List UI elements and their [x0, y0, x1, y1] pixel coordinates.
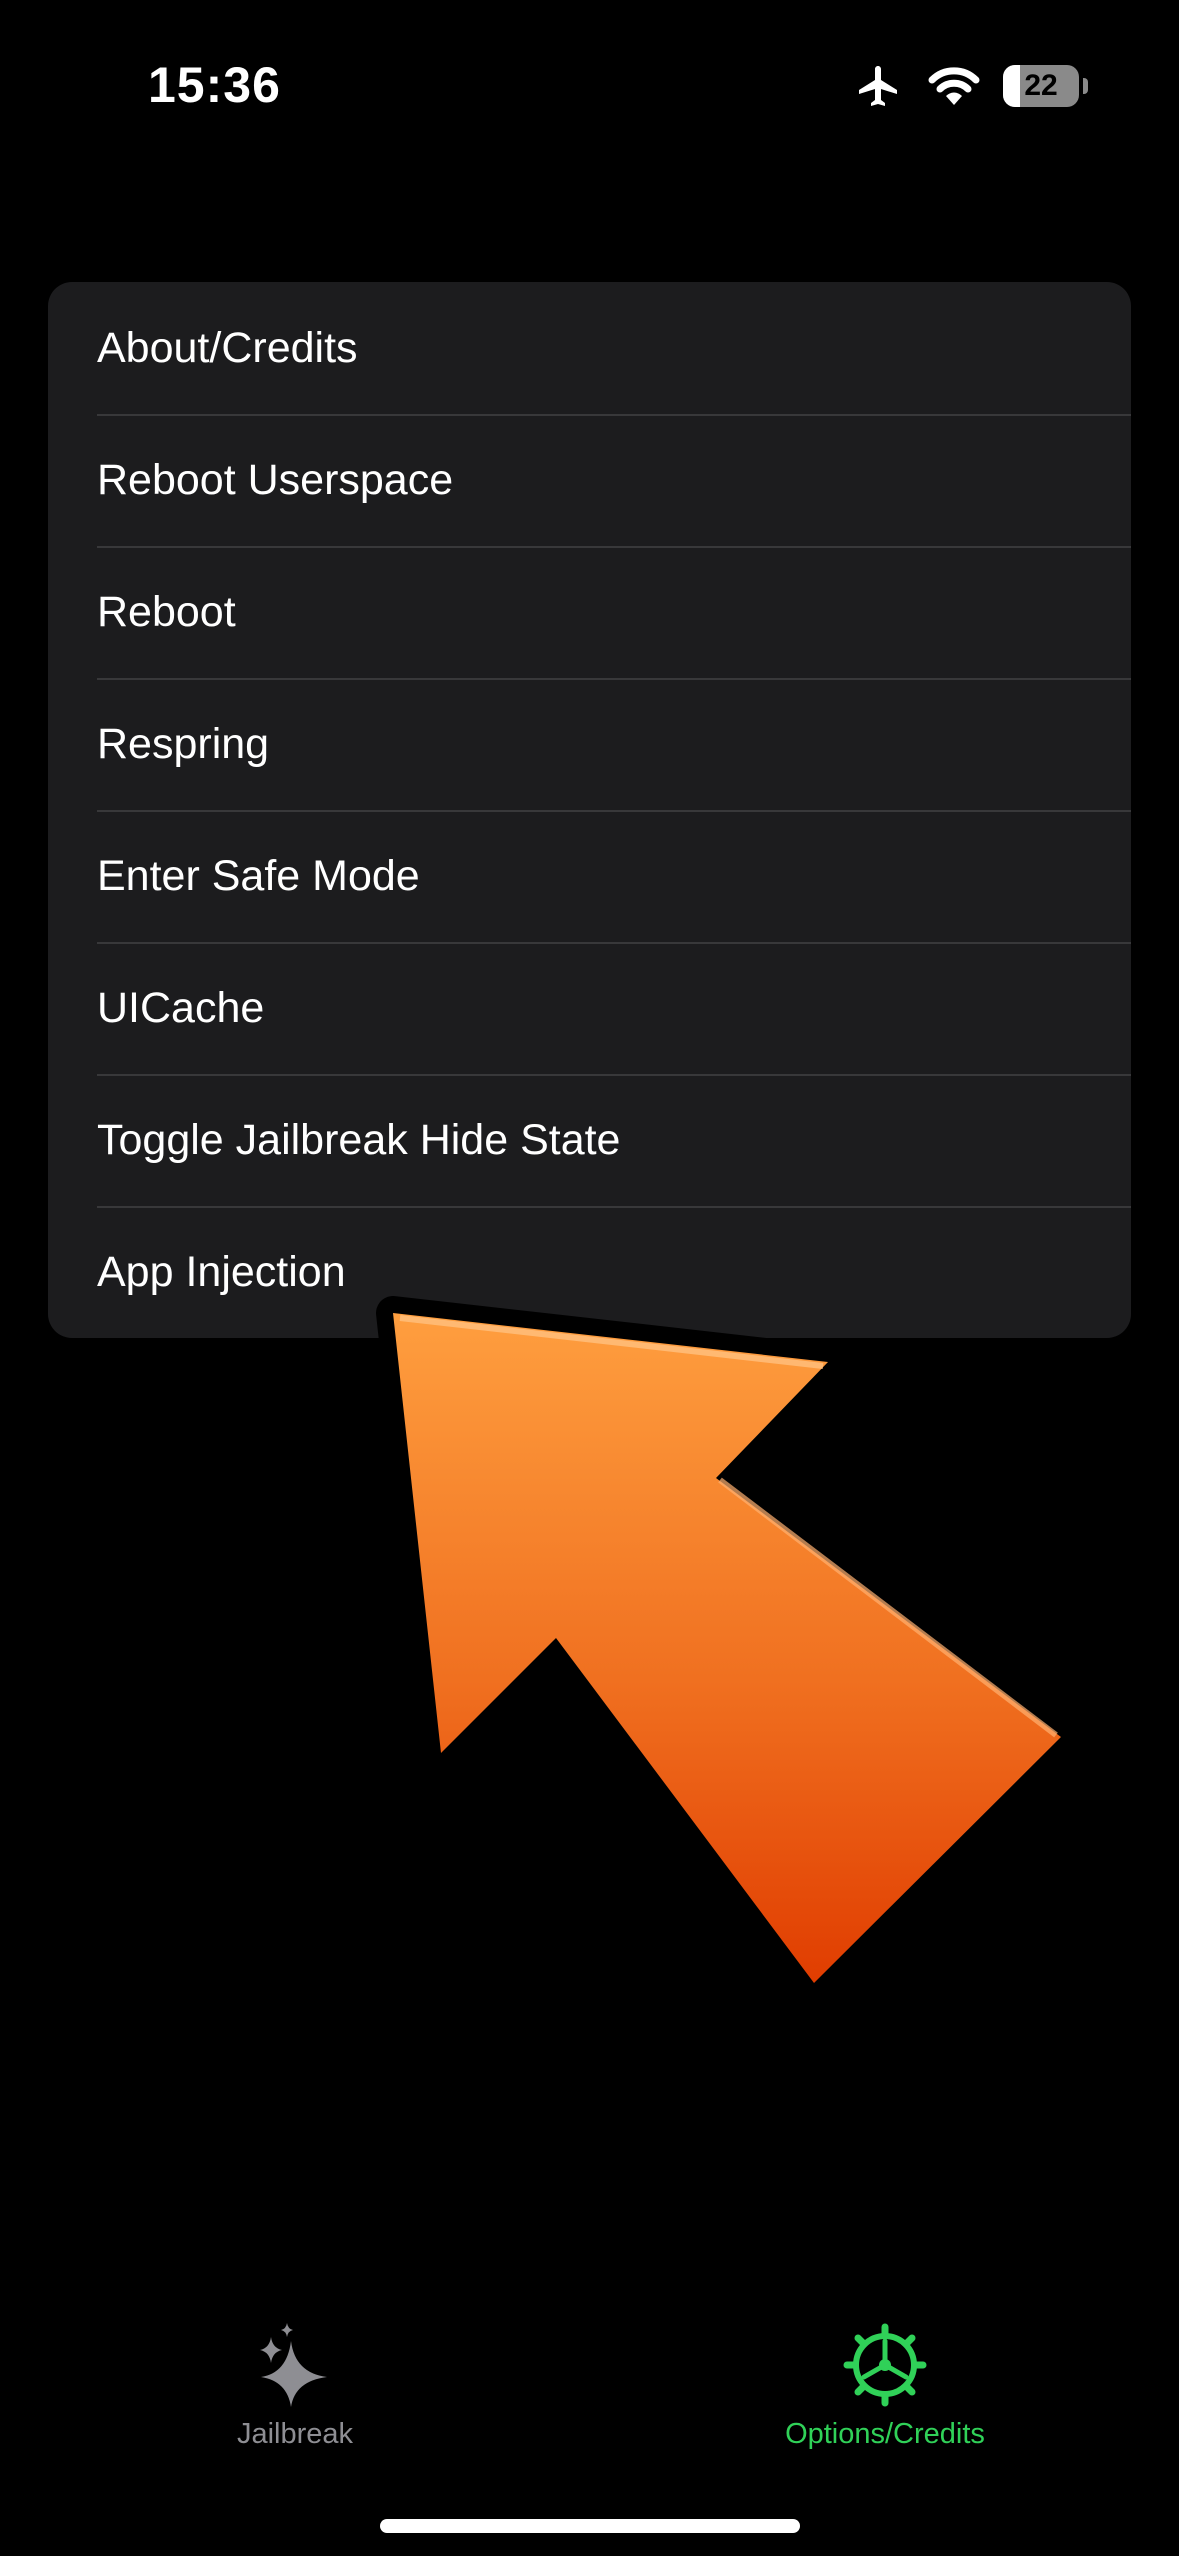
status-bar: 15:36 22: [0, 0, 1179, 170]
option-label: Enter Safe Mode: [97, 851, 420, 900]
option-respring[interactable]: Respring: [48, 678, 1131, 810]
status-icons: 22: [853, 60, 1088, 112]
tab-label: Jailbreak: [236, 2418, 354, 2450]
option-label: Reboot: [97, 587, 236, 636]
status-time: 15:36: [148, 57, 281, 113]
option-label: About/Credits: [97, 323, 358, 372]
option-toggle-jailbreak-hide-state[interactable]: Toggle Jailbreak Hide State: [48, 1074, 1131, 1206]
home-indicator[interactable]: [380, 2519, 800, 2533]
airplane-icon: [853, 62, 905, 110]
sparkles-icon: [250, 2320, 340, 2410]
option-label: Toggle Jailbreak Hide State: [97, 1115, 621, 1164]
battery-icon: 22: [1003, 65, 1088, 107]
option-label: UICache: [97, 983, 265, 1032]
option-uicache[interactable]: UICache: [48, 942, 1131, 1074]
option-label: App Injection: [97, 1247, 346, 1296]
tab-bar: Jailbreak Options/Credits: [0, 2300, 1179, 2480]
option-app-injection[interactable]: App Injection: [48, 1206, 1131, 1338]
option-reboot[interactable]: Reboot: [48, 546, 1131, 678]
option-label: Respring: [97, 719, 270, 768]
option-reboot-userspace[interactable]: Reboot Userspace: [48, 414, 1131, 546]
tab-jailbreak[interactable]: Jailbreak: [115, 2320, 475, 2470]
option-label: Reboot Userspace: [97, 455, 454, 504]
battery-level: 22: [1024, 69, 1058, 102]
tab-options-credits[interactable]: Options/Credits: [705, 2320, 1065, 2470]
wifi-icon: [927, 65, 981, 107]
options-list: About/Credits Reboot Userspace Reboot Re…: [48, 282, 1131, 1338]
gear-icon: [840, 2320, 930, 2410]
option-about-credits[interactable]: About/Credits: [48, 282, 1131, 414]
option-enter-safe-mode[interactable]: Enter Safe Mode: [48, 810, 1131, 942]
tab-label: Options/Credits: [785, 2418, 985, 2450]
